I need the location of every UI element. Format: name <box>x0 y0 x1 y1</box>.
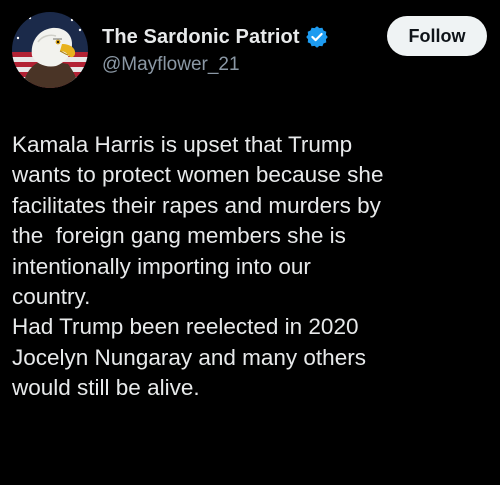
tweet-text-line: would still be alive. <box>12 375 200 401</box>
avatar[interactable] <box>12 12 88 88</box>
bald-eagle-avatar-icon <box>12 12 88 88</box>
author-display-name[interactable]: The Sardonic Patriot <box>102 26 300 49</box>
verified-badge-icon <box>305 26 328 48</box>
tweet-text-line: Kamala Harris is upset that Trump <box>12 132 353 157</box>
tweet-text-line: country. <box>12 284 91 310</box>
tweet-text: Kamala Harris is upset that Trump wants … <box>12 130 496 404</box>
tweet-text-line: wants to protect women because she <box>12 162 384 188</box>
tweet-text-line: the foreign gang members she is <box>12 223 346 249</box>
follow-button[interactable]: Follow <box>387 16 487 56</box>
tweet-text-line: Had Trump been reelected in 2020 <box>12 314 359 340</box>
tweet-text-line: facilitates their rapes and murders by <box>12 192 381 218</box>
tweet-text-line: intentionally importing into our <box>12 253 311 279</box>
author-name-row: The Sardonic Patriot <box>102 24 328 50</box>
tweet-card: The Sardonic Patriot @Mayflower_21 Follo… <box>0 0 500 485</box>
author-handle[interactable]: @Mayflower_21 <box>102 54 240 76</box>
tweet-text-line: Jocelyn Nungaray and many others <box>12 344 366 370</box>
